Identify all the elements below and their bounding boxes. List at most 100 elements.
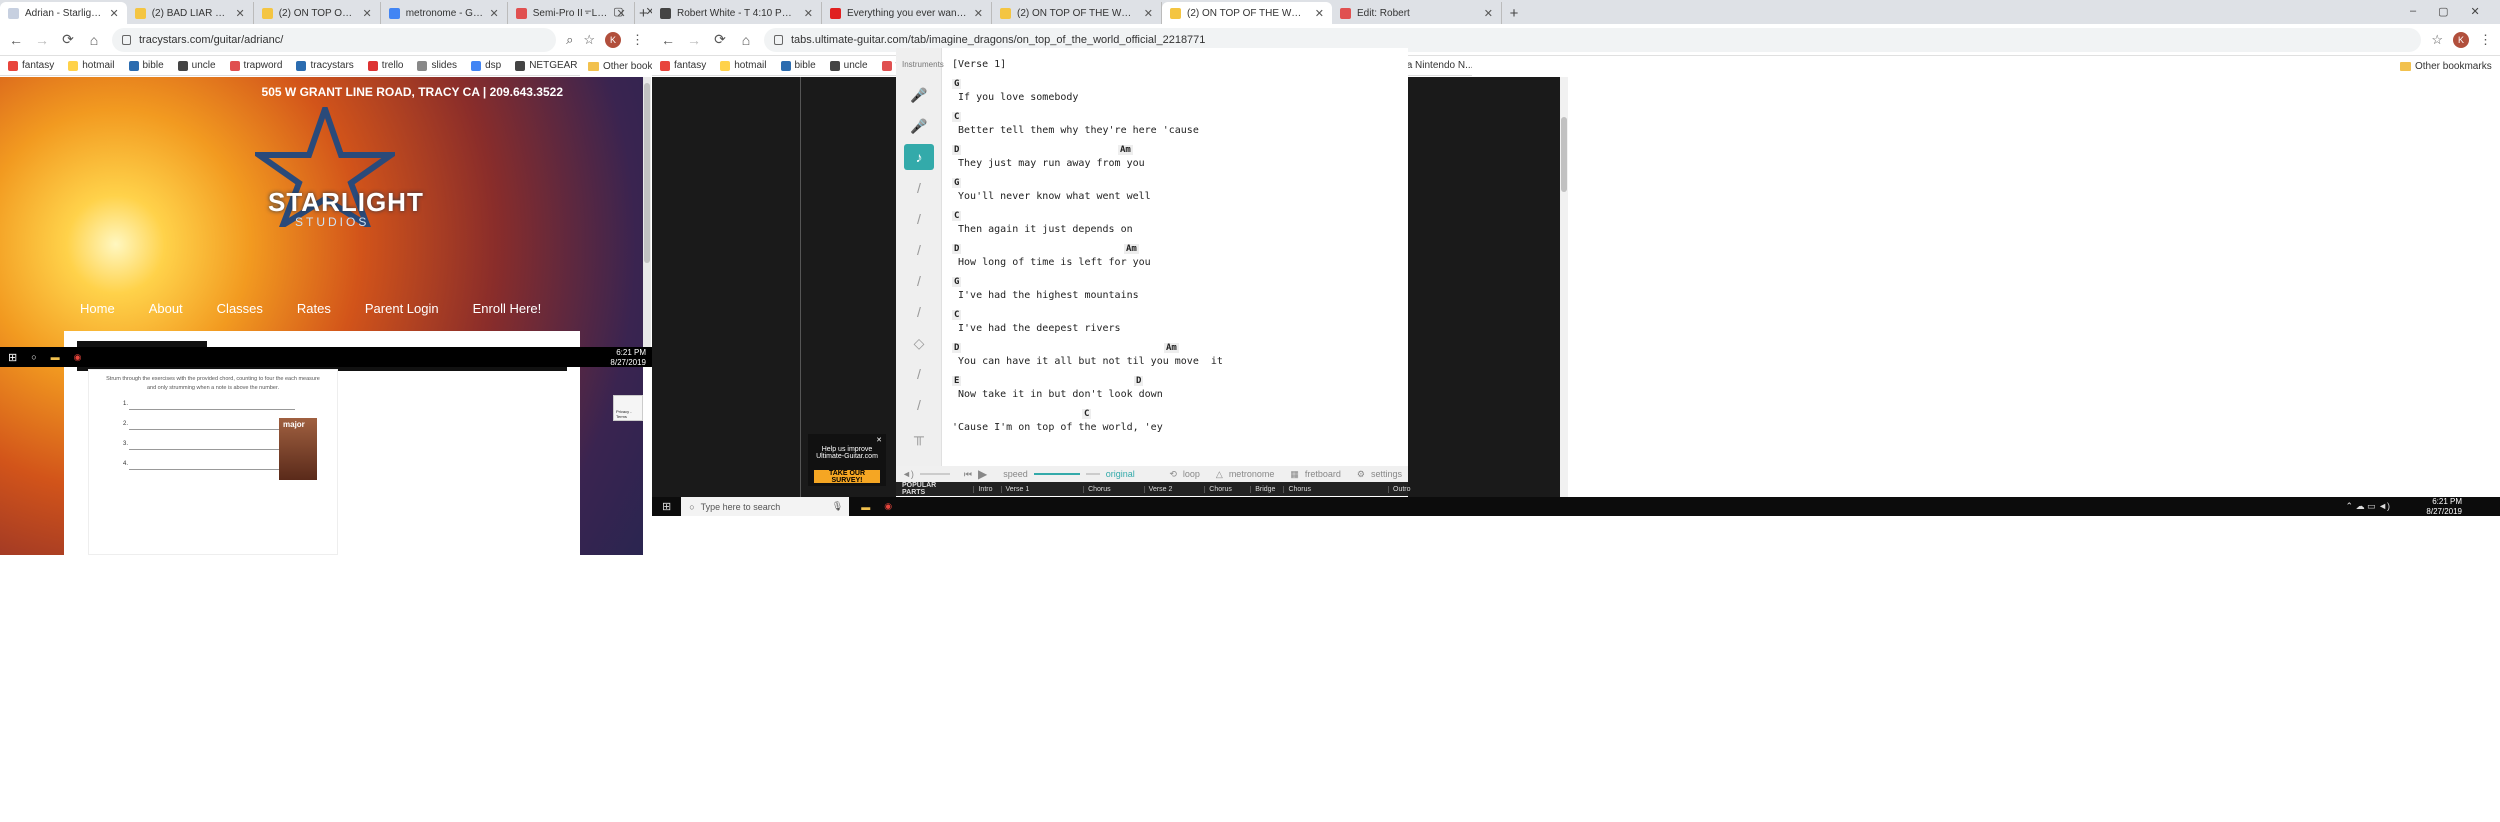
guitar-icon[interactable]: / [904,392,934,418]
close-icon[interactable]: ✕ [110,7,119,20]
nav-item-1[interactable]: About [149,301,183,316]
left-url-bar[interactable]: tracystars.com/guitar/adrianc/ [112,27,557,52]
guitar-icon[interactable]: / [904,206,934,232]
bookmark-4[interactable]: trapword [229,60,282,71]
nav-item-3[interactable]: Rates [297,301,331,316]
part-6[interactable]: Chorus [1283,485,1380,493]
nav-item-2[interactable]: Classes [217,301,263,316]
avatar[interactable]: K [605,31,621,48]
rewind-icon[interactable]: ⏮ [964,469,972,480]
part-1[interactable]: Verse 1 [1000,485,1076,493]
explorer-icon[interactable]: ▬ [51,352,60,362]
cortana-icon[interactable]: ○ [31,352,36,362]
search-icon[interactable]: ⌕ [566,32,573,48]
guitar-icon[interactable]: / [904,237,934,263]
volume-slider[interactable] [919,473,950,475]
lock-icon[interactable] [774,34,783,45]
tray-icons[interactable]: ⌃ ☁ ▭ ◄) [2346,501,2390,512]
home-icon[interactable]: ⌂ [738,32,754,48]
forward-icon[interactable]: → [34,32,50,48]
part-3[interactable]: Verse 2 [1143,485,1197,493]
tab-3[interactable]: (2) ON TOP OF THE WORLD OFFI ✕ [1162,2,1332,24]
bass-icon[interactable]: / [904,361,934,387]
survey-button[interactable]: TAKE OUR SURVEY! [814,470,880,484]
close-icon[interactable]: ✕ [804,7,813,20]
metronome-icon[interactable]: △ [1216,469,1223,480]
explorer-icon[interactable]: ▬ [861,502,870,512]
bookmark-2[interactable]: bible [128,60,164,71]
fretboard-button[interactable]: fretboard [1305,469,1341,479]
speed-value[interactable]: original [1106,469,1135,479]
guitar-icon[interactable]: ♪ [904,144,934,170]
chord-C[interactable]: C [1082,409,1092,419]
tab-3[interactable]: metronome - Google Search ✕ [381,2,508,24]
fretboard-icon[interactable]: ▦ [1290,469,1299,480]
bookmark-1[interactable]: hotmail [720,60,767,71]
menu-icon[interactable]: ⋮ [2479,32,2492,48]
volume-icon[interactable]: ◄) [902,469,914,479]
tab-0[interactable]: Adrian - Starlight Studios ✕ [0,2,127,24]
menu-icon[interactable]: ⋮ [631,32,644,48]
bass-icon[interactable]: / [904,268,934,294]
mic-icon[interactable]: 🎤 [904,82,934,108]
left-scrollbar[interactable] [643,77,651,347]
minimize-icon[interactable]: – [585,5,591,17]
minimize-icon[interactable]: – [2410,5,2416,17]
chord-C[interactable]: C [952,310,962,320]
reload-icon[interactable]: ⟳ [712,31,728,48]
mic-icon[interactable]: 🎙 [832,501,843,512]
part-5[interactable]: Bridge [1250,485,1275,493]
tab-4[interactable]: Edit: Robert ✕ [1332,2,1502,24]
chord-E[interactable]: E [952,376,962,386]
play-icon[interactable]: ▶ [978,467,987,481]
bookmark-7[interactable]: slides [417,60,457,71]
bookmark-3[interactable]: uncle [829,60,868,71]
mic-icon[interactable]: 🎤 [904,113,934,139]
tab-2[interactable]: (2) ON TOP OF THE WORLD CHO ✕ [992,2,1162,24]
star-icon[interactable]: ☆ [583,32,595,48]
tab-1[interactable]: Everything you ever wanted - Ins ✕ [822,2,992,24]
guitar-icon[interactable]: / [904,175,934,201]
close-icon[interactable]: ✕ [974,7,983,20]
reload-icon[interactable]: ⟳ [60,31,76,48]
bookmark-6[interactable]: trello [367,60,403,71]
maximize-icon[interactable]: ▢ [2438,5,2448,18]
nav-item-5[interactable]: Enroll Here! [473,301,542,316]
bookmark-0[interactable]: fantasy [660,60,706,71]
chord-C[interactable]: C [952,112,962,122]
close-icon[interactable]: ✕ [1315,7,1324,20]
part-7[interactable]: Outro [1388,485,1411,493]
settings-button[interactable]: settings [1371,469,1402,479]
back-icon[interactable]: ← [660,32,676,48]
keys-icon[interactable]: ◇ [904,330,934,356]
bookmark-8[interactable]: dsp [471,60,501,71]
bookmark-3[interactable]: uncle [177,60,216,71]
bass-icon[interactable]: / [904,299,934,325]
tab-1[interactable]: (2) BAD LIAR CHORDS by Ima ✕ [127,2,254,24]
chord-G[interactable]: G [952,79,962,89]
chord-D[interactable]: D [952,145,962,155]
part-4[interactable]: Chorus [1204,485,1242,493]
close-icon[interactable]: ✕ [2471,5,2480,18]
windows-icon[interactable]: ⊞ [8,351,17,364]
chord-D[interactable]: D [952,343,962,353]
close-icon[interactable]: ✕ [363,7,372,20]
close-icon[interactable]: ✕ [236,7,245,20]
maximize-icon[interactable]: ▢ [613,5,623,18]
new-tab-icon[interactable]: + [1502,2,1526,24]
close-icon[interactable]: ✕ [490,7,499,20]
loop-button[interactable]: loop [1183,469,1200,479]
part-0[interactable]: Intro [973,485,993,493]
other-bookmarks[interactable]: Other bookmarks [2400,56,2492,76]
nav-item-4[interactable]: Parent Login [365,301,439,316]
loop-icon[interactable]: ⟲ [1169,469,1177,480]
chord-Am[interactable]: Am [1118,145,1133,155]
speed-slider[interactable] [1033,473,1080,475]
bookmark-0[interactable]: fantasy [8,60,54,71]
gear-icon[interactable]: ⚙ [1357,469,1365,480]
bookmark-5[interactable]: tracystars [296,60,354,71]
avatar[interactable]: K [2453,31,2469,48]
part-2[interactable]: Chorus [1083,485,1136,493]
drums-icon[interactable]: ╥ [904,423,934,449]
chord-G[interactable]: G [952,277,962,287]
